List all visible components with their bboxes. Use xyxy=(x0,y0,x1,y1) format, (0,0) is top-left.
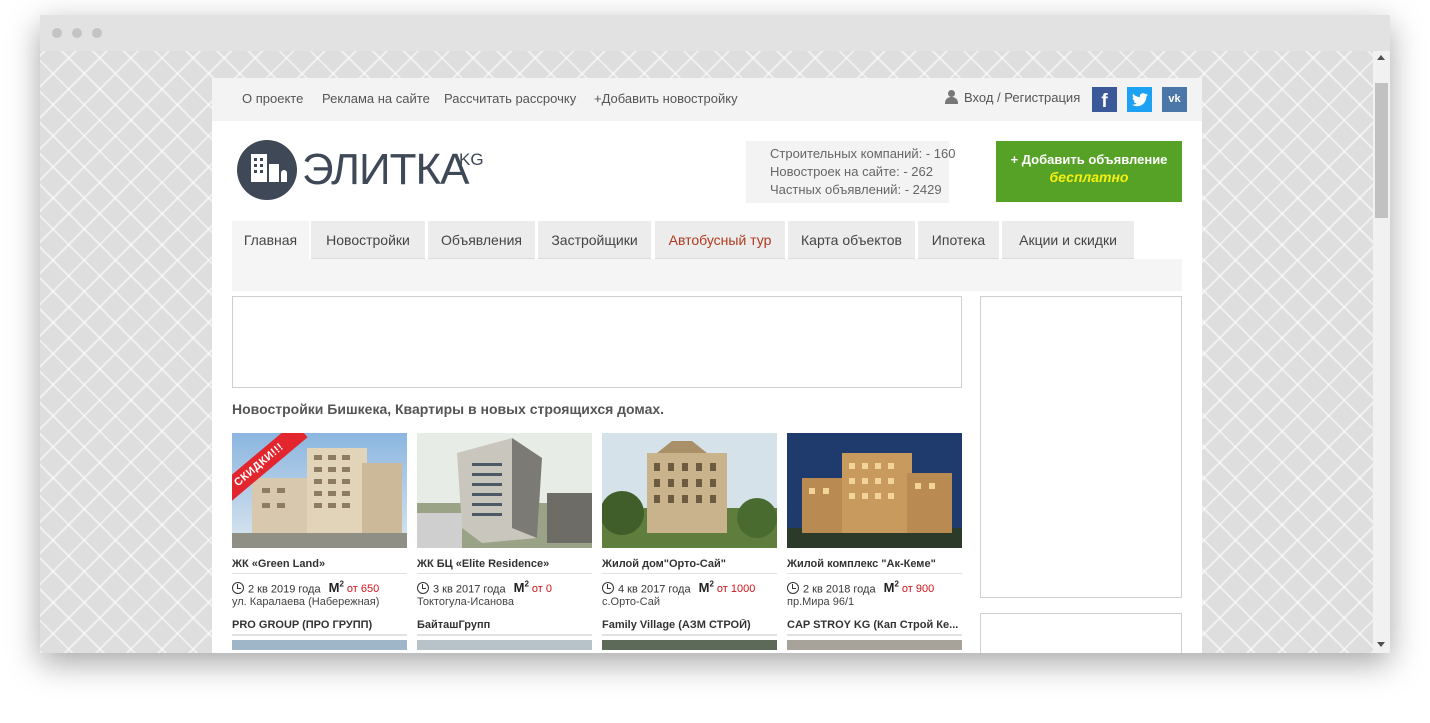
square-meter-icon: М2 xyxy=(883,580,899,596)
listing-address: пр.Мира 96/1 xyxy=(787,596,855,608)
listing-photo[interactable]: СКИДКИ!!! xyxy=(232,433,407,548)
listing-meta: 2 кв 2018 года М2 от 900 xyxy=(787,580,962,595)
clock-icon xyxy=(232,582,244,595)
ad-banner[interactable] xyxy=(232,296,962,388)
twitter-icon[interactable] xyxy=(1127,87,1152,112)
square-meter-icon: М2 xyxy=(698,580,714,596)
logo-suffix: KG xyxy=(459,150,484,169)
stat-private-ads: Частных объявлений: - 2429 xyxy=(770,182,942,197)
listing-name[interactable]: ЖК «Green Land» xyxy=(232,558,407,574)
listing-company[interactable]: БайташГрупп xyxy=(417,619,592,636)
scroll-down-arrow-icon[interactable] xyxy=(1377,642,1385,647)
page-viewport: О проекте Реклама на сайте Рассчитать ра… xyxy=(40,51,1373,653)
clock-icon xyxy=(787,582,799,595)
add-listing-button[interactable]: + Добавить объявление бесплатно xyxy=(996,141,1182,202)
stat-companies: Строительных компаний: - 160 xyxy=(770,146,956,161)
nav-link-installment[interactable]: Рассчитать рассрочку xyxy=(444,91,576,106)
listing-photo[interactable] xyxy=(232,640,407,650)
top-nav: О проекте Реклама на сайте Рассчитать ра… xyxy=(212,78,1202,121)
listing-company[interactable]: Family Village (АЗМ СТРОЙ) xyxy=(602,619,777,636)
tab-newbuildings[interactable]: Новостройки xyxy=(311,221,425,260)
listing-date: 3 кв 2017 года xyxy=(433,583,506,596)
vk-icon[interactable]: vk xyxy=(1162,87,1187,112)
listing-price: от 1000 xyxy=(716,583,756,596)
stat-newbuildings: Новостроек на сайте: - 262 xyxy=(770,164,933,179)
listing-photo[interactable] xyxy=(787,433,962,548)
listing-meta: 4 кв 2017 года М2 от 1000 xyxy=(602,580,777,595)
listing-photo[interactable] xyxy=(602,433,777,548)
tab-map[interactable]: Карта объектов xyxy=(788,221,915,260)
window-maximize-dot[interactable] xyxy=(92,28,102,38)
browser-window: О проекте Реклама на сайте Рассчитать ра… xyxy=(40,15,1390,653)
listing-date: 2 кв 2019 года xyxy=(248,583,321,596)
tab-developers[interactable]: Застройщики xyxy=(538,221,651,260)
window-minimize-dot[interactable] xyxy=(72,28,82,38)
square-meter-icon: М2 xyxy=(513,580,529,596)
listing-meta: 3 кв 2017 года М2 от 0 xyxy=(417,580,592,595)
page-scrollbar[interactable] xyxy=(1373,51,1390,653)
listing-meta: 2 кв 2019 года М2 от 650 xyxy=(232,580,407,595)
listing-card[interactable]: Жилой дом"Орто-Сай" 4 кв 2017 года М2 от 1… xyxy=(602,433,777,650)
listing-name[interactable]: Жилой комплекс "Ак-Кеме" xyxy=(787,558,962,574)
listing-card[interactable]: СКИДКИ!!! ЖК «Green Land» 2 кв 2019 года… xyxy=(232,433,407,650)
listing-company[interactable]: CAP STROY KG (Кап Строй Ке... xyxy=(787,619,962,636)
login-link[interactable]: Вход / Регистрация xyxy=(945,90,1080,105)
add-listing-free-label: бесплатно xyxy=(1049,169,1129,185)
page-heading: Новостройки Бишкека, Квартиры в новых ст… xyxy=(232,401,665,417)
listing-photo[interactable] xyxy=(417,640,592,650)
tab-home[interactable]: Главная xyxy=(232,221,309,260)
site-page: О проекте Реклама на сайте Рассчитать ра… xyxy=(212,78,1202,653)
browser-titlebar xyxy=(40,15,1390,51)
nav-link-add-building[interactable]: +Добавить новостройку xyxy=(594,91,738,106)
listing-date: 4 кв 2017 года xyxy=(618,583,691,596)
site-stats: Строительных компаний: - 160 Новостроек … xyxy=(746,141,956,203)
listing-address: с.Орто-Сай xyxy=(602,596,661,608)
facebook-icon[interactable]: f xyxy=(1092,87,1117,112)
scrollbar-thumb[interactable] xyxy=(1375,83,1388,218)
listing-price: от 0 xyxy=(531,583,552,596)
listing-card[interactable]: Жилой комплекс "Ак-Кеме" 2 кв 2018 года М… xyxy=(787,433,962,650)
listing-name[interactable]: ЖК БЦ «Elite Residence» xyxy=(417,558,592,574)
nav-link-about[interactable]: О проекте xyxy=(242,91,303,106)
listing-name[interactable]: Жилой дом"Орто-Сай" xyxy=(602,558,777,574)
sidebar-ad-top[interactable] xyxy=(980,296,1182,598)
tab-bus-tour[interactable]: Автобусный тур xyxy=(655,221,785,260)
scroll-up-arrow-icon[interactable] xyxy=(1377,55,1385,60)
tab-promotions[interactable]: Акции и скидки xyxy=(1002,221,1134,260)
tab-ads[interactable]: Объявления xyxy=(428,221,535,260)
window-close-dot[interactable] xyxy=(52,28,62,38)
clock-icon xyxy=(417,582,429,595)
listing-photo[interactable] xyxy=(602,640,777,650)
tab-bar-strip xyxy=(232,259,1182,291)
sidebar-ad-bottom[interactable] xyxy=(980,613,1182,653)
add-listing-label: + Добавить объявление xyxy=(1010,152,1168,167)
listing-price: от 900 xyxy=(901,583,935,596)
logo-text[interactable]: ЭЛИТКА xyxy=(302,145,470,195)
listing-price: от 650 xyxy=(346,583,380,596)
listing-address: ул. Каралаева (Набережная) xyxy=(232,596,380,608)
square-meter-icon: М2 xyxy=(328,580,344,596)
logo-icon[interactable] xyxy=(237,140,297,200)
nav-link-advertising[interactable]: Реклама на сайте xyxy=(322,91,430,106)
tab-mortgage[interactable]: Ипотека xyxy=(918,221,999,260)
listing-address: Токтогула-Исанова xyxy=(417,596,514,608)
listing-photo[interactable] xyxy=(417,433,592,548)
user-icon xyxy=(945,90,958,104)
listing-date: 2 кв 2018 года xyxy=(803,583,876,596)
clock-icon xyxy=(602,582,614,595)
listing-photo[interactable] xyxy=(787,640,962,650)
listing-company[interactable]: PRO GROUP (ПРО ГРУПП) xyxy=(232,619,407,636)
login-label: Вход / Регистрация xyxy=(964,90,1081,105)
listing-card[interactable]: ЖК БЦ «Elite Residence» 3 кв 2017 года М2… xyxy=(417,433,592,650)
